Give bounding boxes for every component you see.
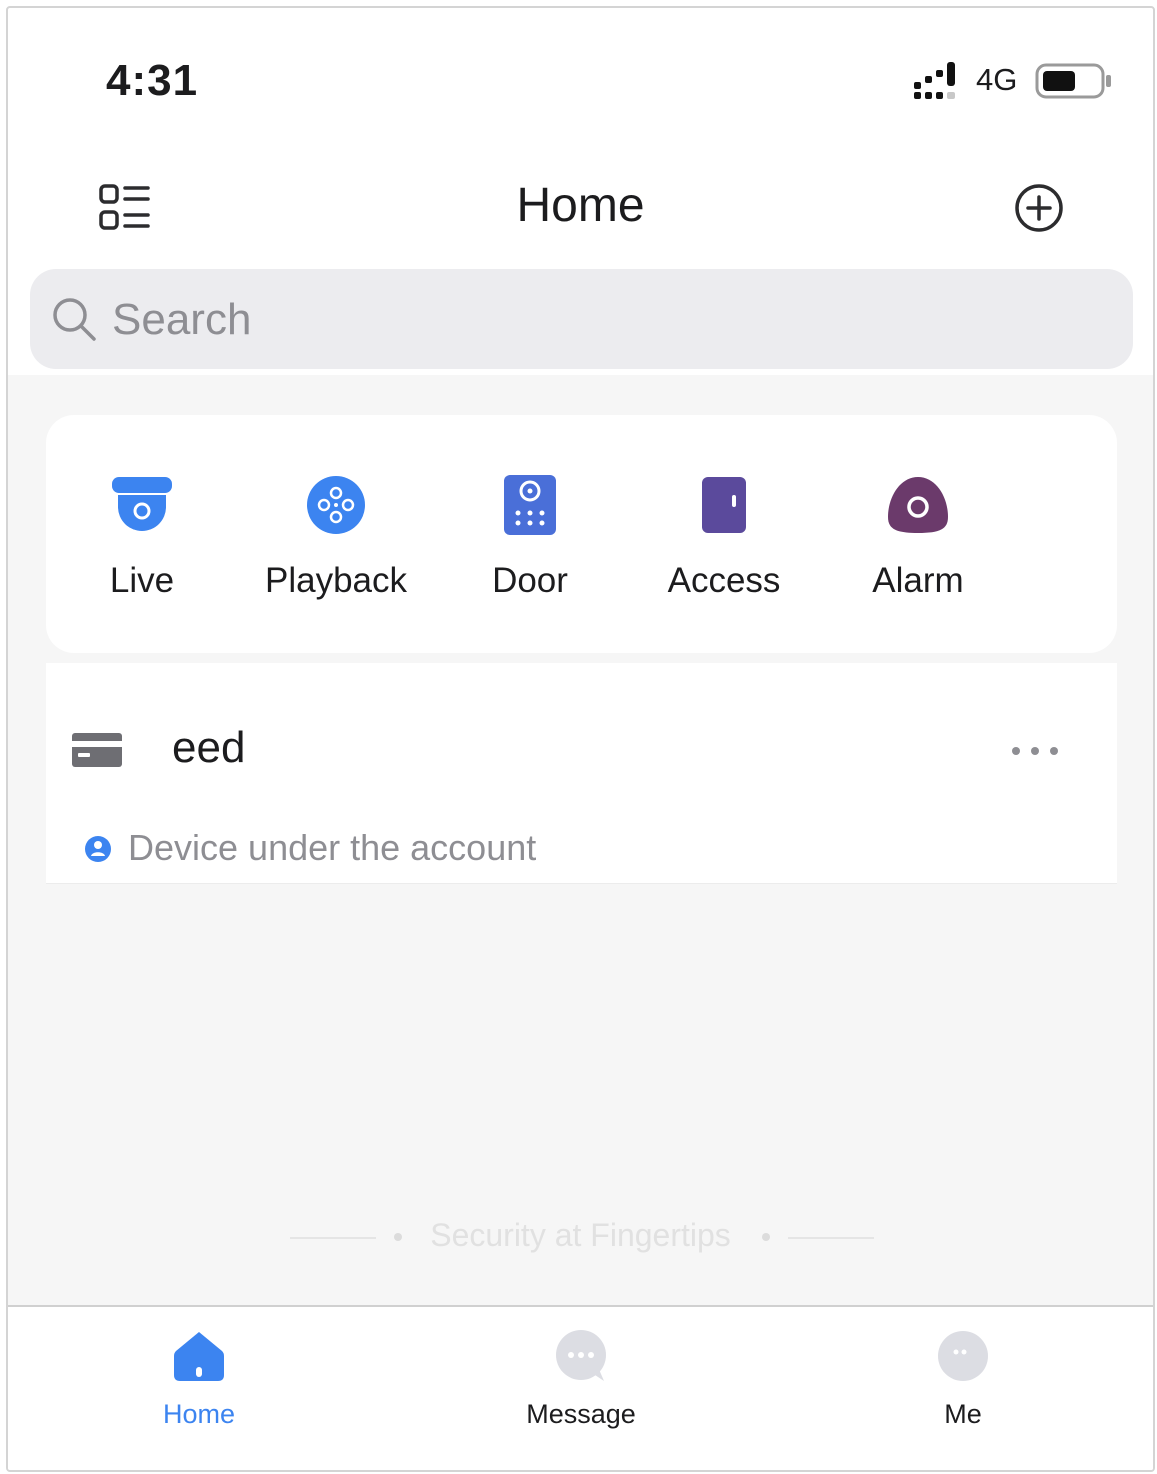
quick-action-label: Door <box>492 561 568 600</box>
profile-icon <box>938 1331 988 1381</box>
quick-action-label: Playback <box>264 561 408 600</box>
quick-action-alarm[interactable]: Alarm <box>828 473 1008 623</box>
tab-home[interactable]: Home <box>99 1329 299 1430</box>
recorder-icon <box>72 733 122 767</box>
tab-me[interactable]: Me <box>863 1329 1063 1430</box>
access-control-icon <box>702 477 746 533</box>
nav-header: Home <box>8 158 1153 258</box>
slogan: Security at Fingertips <box>8 1213 1153 1263</box>
network-type: 4G <box>976 62 1018 97</box>
tab-label: Home <box>162 1399 236 1429</box>
home-content: Live Playback Door Access Alarm eed Devi… <box>8 375 1153 1305</box>
tab-message[interactable]: Message <box>481 1329 681 1430</box>
search-icon <box>53 298 96 341</box>
tab-label: Me <box>944 1399 982 1429</box>
playback-icon <box>307 476 365 534</box>
quick-action-label: Alarm <box>872 561 964 600</box>
device-item[interactable]: eed <box>46 703 1117 803</box>
more-options-icon[interactable] <box>1008 727 1062 775</box>
home-icon <box>174 1332 224 1381</box>
device-group-label: Device under the account <box>128 827 537 868</box>
page-title: Home <box>516 179 645 232</box>
device-name: eed <box>172 723 246 772</box>
quick-action-door[interactable]: Door <box>440 473 620 623</box>
add-circle-icon[interactable] <box>1013 182 1065 234</box>
quick-action-playback[interactable]: Playback <box>246 473 426 623</box>
slogan-dot-right <box>762 1233 770 1241</box>
status-time: 4:31 <box>106 56 199 105</box>
battery-icon <box>1035 63 1111 99</box>
quick-action-label: Access <box>667 561 781 600</box>
quick-action-label: Live <box>109 561 175 600</box>
user-badge-icon <box>85 836 111 862</box>
cellular-signal-icon <box>914 62 955 99</box>
message-icon <box>556 1330 606 1381</box>
quick-actions-card: Live Playback Door Access Alarm <box>46 415 1117 653</box>
door-intercom-icon <box>504 475 556 535</box>
app-screen: 4:31 4G Home Search Live Playback Door A… <box>6 6 1155 1472</box>
tab-label: Message <box>526 1399 636 1429</box>
quick-action-live[interactable]: Live <box>52 473 232 623</box>
slogan-text: Security at Fingertips <box>430 1217 731 1253</box>
device-list-card: eed Device under the account <box>46 663 1117 884</box>
search-bar[interactable] <box>30 269 1133 369</box>
slogan-divider-right <box>788 1237 874 1239</box>
quick-action-access[interactable]: Access <box>634 473 814 623</box>
camera-icon <box>112 477 172 531</box>
tab-bar: Home Message Me <box>8 1305 1153 1470</box>
search-input[interactable] <box>110 287 1014 353</box>
alarm-icon <box>888 477 948 533</box>
status-bar: 4:31 4G <box>8 8 1153 148</box>
